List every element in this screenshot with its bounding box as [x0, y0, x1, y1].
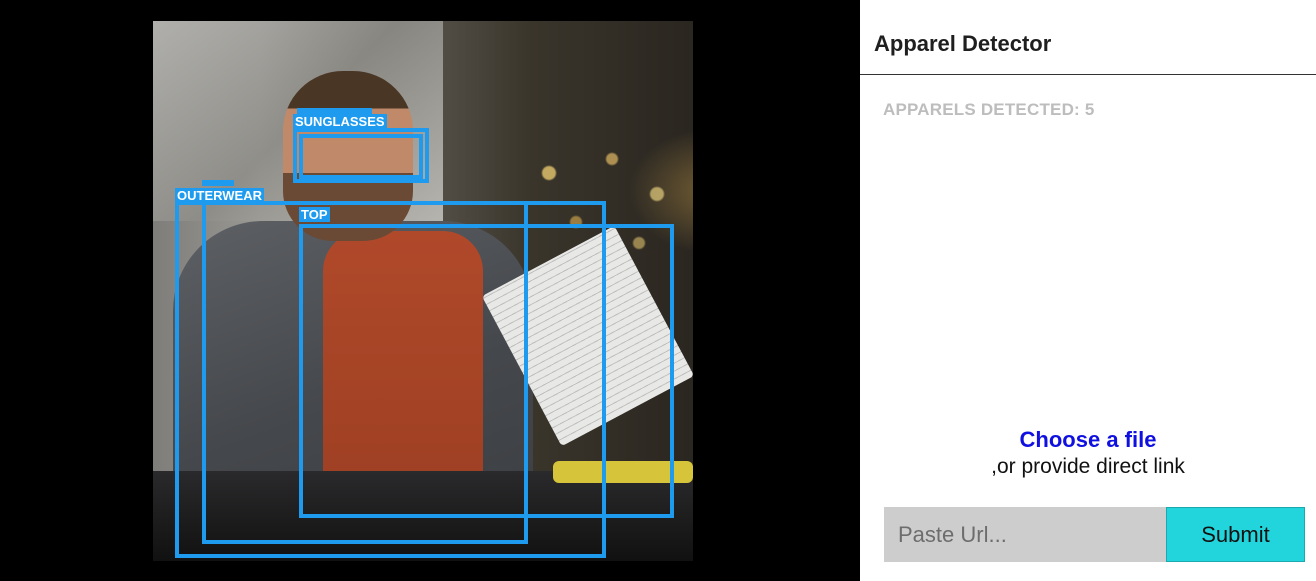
detection-tab	[202, 180, 234, 186]
header: Apparel Detector	[860, 0, 1316, 75]
control-panel: Apparel Detector APPARELS DETECTED: 5 Ch…	[860, 0, 1316, 581]
detection-box-sunglasses-2	[299, 134, 423, 179]
choose-file-link[interactable]: Choose a file	[860, 426, 1316, 454]
detection-label-top: TOP	[299, 207, 330, 222]
upload-area: Choose a file ,or provide direct link	[860, 426, 1316, 480]
url-input[interactable]	[884, 507, 1166, 562]
app-title: Apparel Detector	[874, 31, 1052, 56]
image-panel: SUNGLASSES OUTERWEAR TOP	[0, 0, 860, 581]
detection-label-sunglasses: SUNGLASSES	[293, 114, 387, 129]
detection-count: APPARELS DETECTED: 5	[883, 100, 1095, 119]
detection-box-top	[299, 224, 674, 518]
url-form: Submit	[884, 507, 1305, 562]
detection-label-outerwear: OUTERWEAR	[175, 188, 264, 203]
submit-button[interactable]: Submit	[1166, 507, 1305, 562]
or-link-text: ,or provide direct link	[991, 455, 1185, 478]
